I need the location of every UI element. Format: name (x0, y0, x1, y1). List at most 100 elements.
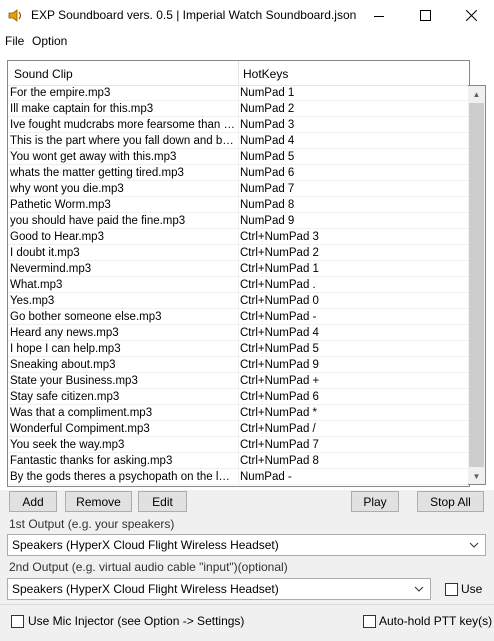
table-row[interactable]: whats the matter getting tired.mp3 NumPad… (8, 165, 469, 181)
hotkey-cell: NumPad - (240, 471, 292, 483)
sound-clip-cell: Go bother someone else.mp3 (10, 311, 162, 323)
stop-all-button[interactable]: Stop All (417, 491, 484, 512)
table-row[interactable]: What.mp3 Ctrl+NumPad . (8, 277, 469, 293)
table-row[interactable]: You seek the way.mp3 Ctrl+NumPad 7 (8, 437, 469, 453)
table-row[interactable]: For the empire.mp3 NumPad 1 (8, 85, 469, 101)
table-row[interactable]: Ill make captain for this.mp3 NumPad 2 (8, 101, 469, 117)
sound-clip-cell: whats the matter getting tired.mp3 (10, 167, 184, 179)
column-sound-clip[interactable]: Sound Clip (14, 67, 73, 81)
hotkey-cell: NumPad 6 (240, 167, 295, 179)
remove-button[interactable]: Remove (65, 491, 132, 512)
hotkey-cell: Ctrl+NumPad 9 (240, 359, 319, 371)
auto-hold-ptt-label: Auto-hold PTT key(s) (379, 614, 493, 628)
table-row[interactable]: Wonderful Compiment.mp3 Ctrl+NumPad / (8, 421, 469, 437)
column-divider (238, 357, 239, 373)
edit-button[interactable]: Edit (138, 491, 187, 512)
table-row[interactable]: State your Business.mp3 Ctrl+NumPad + (8, 373, 469, 389)
table-row[interactable]: I doubt it.mp3 Ctrl+NumPad 2 (8, 245, 469, 261)
sound-clip-cell: You wont get away with this.mp3 (10, 151, 177, 163)
table-row[interactable]: Sneaking about.mp3 Ctrl+NumPad 9 (8, 357, 469, 373)
column-divider (238, 261, 239, 277)
sound-clip-cell: State your Business.mp3 (10, 375, 138, 387)
table-row[interactable]: Yes.mp3 Ctrl+NumPad 0 (8, 293, 469, 309)
sound-clip-cell: Ive fought mudcrabs more fearsome than y… (10, 119, 236, 131)
column-divider (238, 325, 239, 341)
use-output2-checkbox[interactable] (445, 583, 458, 596)
scroll-thumb[interactable] (469, 103, 484, 467)
scroll-down-arrow-icon[interactable]: ▼ (468, 468, 485, 484)
sound-clip-cell: you should have paid the fine.mp3 (10, 215, 186, 227)
column-divider (238, 405, 239, 421)
hotkey-cell: Ctrl+NumPad 2 (240, 247, 319, 259)
table-row[interactable]: Go bother someone else.mp3 Ctrl+NumPad - (8, 309, 469, 325)
table-row[interactable]: Was that a compliment.mp3 Ctrl+NumPad * (8, 405, 469, 421)
window-title: EXP Soundboard vers. 0.5 | Imperial Watc… (31, 8, 357, 22)
sound-clip-cell: What.mp3 (10, 279, 63, 291)
sound-clip-cell: why wont you die.mp3 (10, 183, 124, 195)
table-row[interactable]: Stay safe citizen.mp3 Ctrl+NumPad 6 (8, 389, 469, 405)
hotkey-cell: NumPad 2 (240, 103, 295, 115)
column-divider (238, 101, 239, 117)
column-divider[interactable] (238, 61, 239, 85)
mic-injector-checkbox[interactable] (11, 615, 24, 628)
hotkey-cell: NumPad 1 (240, 87, 295, 99)
hotkey-cell: Ctrl+NumPad 0 (240, 295, 319, 307)
maximize-button[interactable] (402, 0, 448, 31)
column-divider (238, 197, 239, 213)
table-row[interactable]: Ive fought mudcrabs more fearsome than y… (8, 117, 469, 133)
table-row[interactable]: Fantastic thanks for asking.mp3 Ctrl+NumP… (8, 453, 469, 469)
sound-clip-cell: Nevermind.mp3 (10, 263, 92, 275)
output2-select[interactable]: Speakers (HyperX Cloud Flight Wireless H… (7, 578, 431, 600)
table-row[interactable]: This is the part where you fall down and… (8, 133, 469, 149)
hotkey-cell: Ctrl+NumPad 3 (240, 231, 319, 243)
play-button[interactable]: Play (351, 491, 399, 512)
hotkey-cell: Ctrl+NumPad 7 (240, 439, 319, 451)
column-divider (238, 213, 239, 229)
output1-select[interactable]: Speakers (HyperX Cloud Flight Wireless H… (7, 534, 486, 556)
minimize-button[interactable] (356, 0, 402, 31)
menu-file[interactable]: File (5, 34, 24, 48)
hotkey-cell: Ctrl+NumPad 4 (240, 327, 319, 339)
table-row[interactable]: By the gods theres a psychopath on the l… (8, 469, 469, 485)
table-row[interactable]: why wont you die.mp3 NumPad 7 (8, 181, 469, 197)
sound-clip-cell: By the gods theres a psychopath on the l… (10, 471, 236, 483)
hotkey-cell: Ctrl+NumPad 1 (240, 263, 319, 275)
column-divider (238, 149, 239, 165)
menu-option[interactable]: Option (32, 34, 67, 48)
column-hotkeys[interactable]: HotKeys (243, 67, 288, 81)
sound-clip-list[interactable]: Sound Clip HotKeys For the empire.mp3 Num… (7, 60, 470, 487)
column-divider (238, 341, 239, 357)
table-row[interactable]: I hope I can help.mp3 Ctrl+NumPad 5 (8, 341, 469, 357)
add-button[interactable]: Add (9, 491, 57, 512)
column-divider (238, 245, 239, 261)
sound-clip-cell: Sneaking about.mp3 (10, 359, 116, 371)
column-divider (238, 293, 239, 309)
sound-clip-cell: I doubt it.mp3 (10, 247, 80, 259)
auto-hold-ptt-checkbox[interactable] (363, 615, 376, 628)
column-divider (238, 437, 239, 453)
hotkey-cell: NumPad 7 (240, 183, 295, 195)
table-row[interactable]: Nevermind.mp3 Ctrl+NumPad 1 (8, 261, 469, 277)
output2-label: 2nd Output (e.g. virtual audio cable "in… (9, 560, 288, 574)
table-row[interactable]: Pathetic Worm.mp3 NumPad 8 (8, 197, 469, 213)
table-row[interactable]: Good to Hear.mp3 Ctrl+NumPad 3 (8, 229, 469, 245)
title-bar: EXP Soundboard vers. 0.5 | Imperial Watc… (0, 0, 494, 31)
close-button[interactable] (448, 0, 494, 31)
table-row[interactable]: you should have paid the fine.mp3 NumPad … (8, 213, 469, 229)
output1-value: Speakers (HyperX Cloud Flight Wireless H… (12, 538, 279, 552)
output2-value: Speakers (HyperX Cloud Flight Wireless H… (12, 582, 279, 596)
use-output2-label: Use (461, 582, 483, 596)
hotkey-cell: NumPad 8 (240, 199, 295, 211)
menu-bar: File Option (0, 31, 494, 51)
hotkey-cell: Ctrl+NumPad 6 (240, 391, 319, 403)
list-scrollbar[interactable]: ▲ ▼ (468, 85, 486, 485)
table-row[interactable]: You wont get away with this.mp3 NumPad 5 (8, 149, 469, 165)
hotkey-cell: Ctrl+NumPad - (240, 311, 317, 323)
table-row[interactable]: Heard any news.mp3 Ctrl+NumPad 4 (8, 325, 469, 341)
column-divider (238, 85, 239, 101)
hotkey-cell: Ctrl+NumPad 8 (240, 455, 319, 467)
list-header: Sound Clip HotKeys (8, 61, 469, 86)
scroll-up-arrow-icon[interactable]: ▲ (468, 86, 485, 102)
sound-clip-cell: Stay safe citizen.mp3 (10, 391, 120, 403)
sound-clip-cell: Heard any news.mp3 (10, 327, 119, 339)
